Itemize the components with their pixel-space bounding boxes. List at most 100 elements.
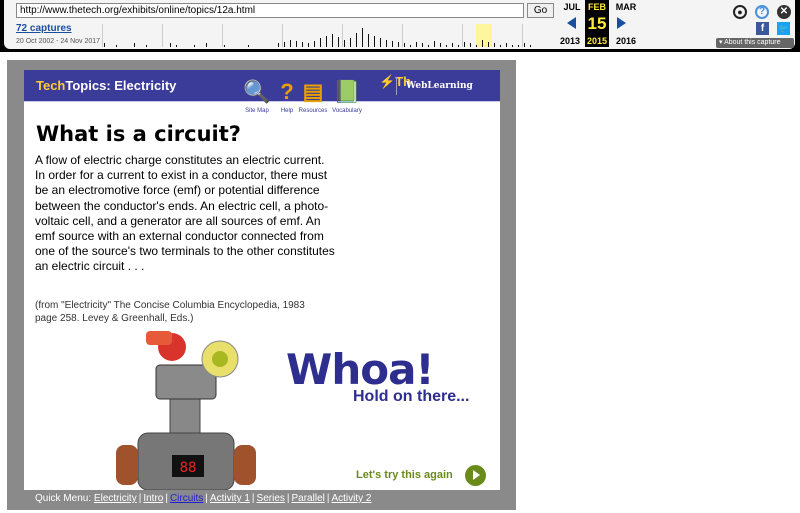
topic-nav: 🔍 Site Map ? Help ▤ Resources 📗 Vocabula… bbox=[240, 76, 400, 124]
sparkline-bar bbox=[500, 44, 501, 47]
help-icon[interactable]: ? bbox=[755, 5, 769, 19]
sparkline-bar bbox=[248, 44, 249, 47]
current-year: 2015 bbox=[586, 36, 608, 46]
sparkline-bar bbox=[476, 44, 477, 47]
sparkline-bar bbox=[356, 33, 357, 47]
sparkline-bar bbox=[512, 44, 513, 47]
sparkline-bar bbox=[326, 35, 327, 47]
capture-date-range: 20 Oct 2002 - 24 Nov 2017 bbox=[16, 38, 101, 45]
books-icon: ▤ bbox=[302, 79, 324, 104]
sparkline-bar bbox=[368, 34, 369, 47]
quick-menu-intro[interactable]: Intro bbox=[143, 493, 163, 504]
sparkline-year-separator bbox=[522, 24, 523, 47]
site-map-icon: 🔍 bbox=[243, 79, 271, 104]
sparkline-bar bbox=[422, 43, 423, 47]
quick-menu: Quick Menu: Electricity | Intro | Circuits | A… bbox=[35, 493, 372, 504]
sparkline-bar bbox=[134, 43, 135, 47]
next-year-link[interactable]: 2016 bbox=[612, 36, 640, 46]
sparkline-year-separator bbox=[102, 24, 103, 47]
weblearning-tag: WebLearning bbox=[406, 81, 473, 91]
sparkline-year-separator bbox=[162, 24, 163, 47]
sparkline-bar bbox=[362, 27, 363, 47]
wayback-toolbar: Go 72 captures 20 Oct 2002 - 24 Nov 2017… bbox=[0, 0, 800, 52]
robot-right-arm bbox=[234, 445, 256, 485]
sparkline-bar bbox=[344, 39, 345, 47]
sparkline-bar bbox=[296, 40, 297, 47]
sparkline-bar bbox=[452, 43, 453, 47]
quick-menu-series[interactable]: Series bbox=[257, 493, 285, 504]
play-arrow-icon[interactable] bbox=[465, 465, 486, 486]
sparkline-bar bbox=[308, 43, 309, 47]
quick-menu-circuits[interactable]: Circuits bbox=[170, 493, 203, 504]
sparkline-bar bbox=[464, 42, 465, 47]
nav-resources[interactable]: ▤ Resources bbox=[296, 76, 330, 114]
sparkline-bar bbox=[488, 42, 489, 47]
facebook-icon[interactable]: f bbox=[756, 22, 769, 35]
sparkline-year-separator bbox=[402, 24, 403, 47]
page-title: What is a circuit? bbox=[36, 122, 241, 146]
url-input[interactable] bbox=[16, 3, 524, 18]
about-capture-button[interactable]: ▾ About this capture bbox=[716, 38, 794, 48]
quick-menu-label: Quick Menu: bbox=[35, 493, 92, 504]
nav-site-map-label: Site Map bbox=[245, 108, 269, 114]
nav-resources-label: Resources bbox=[298, 108, 328, 114]
quick-menu-electricity[interactable]: Electricity bbox=[94, 493, 137, 504]
sparkline-bar bbox=[194, 44, 195, 47]
nav-site-map[interactable]: 🔍 Site Map bbox=[240, 76, 274, 114]
capture-sparkline[interactable] bbox=[102, 20, 558, 47]
sparkline-bar bbox=[116, 44, 117, 47]
sparkline-year-separator bbox=[222, 24, 223, 47]
quick-menu-activity-2[interactable]: Activity 2 bbox=[331, 493, 371, 504]
go-button[interactable]: Go bbox=[527, 3, 554, 18]
sparkline-bar bbox=[176, 44, 177, 47]
sparkline-bar bbox=[398, 42, 399, 47]
retry-link[interactable]: Let's try this again bbox=[356, 469, 453, 481]
sparkline-bar bbox=[518, 44, 519, 47]
prev-year-link[interactable]: 2013 bbox=[556, 36, 584, 46]
sparkline-bar bbox=[428, 44, 429, 47]
sparkline-bar bbox=[404, 43, 405, 47]
sparkline-bar bbox=[380, 38, 381, 47]
sparkline-bar bbox=[458, 44, 459, 47]
page-content: TechTopics: Electricity ⚡Th WebLearning … bbox=[24, 70, 500, 490]
captures-link[interactable]: 72 captures bbox=[16, 23, 72, 34]
next-month-link[interactable]: MAR bbox=[613, 2, 639, 12]
nav-vocabulary[interactable]: 📗 Vocabulary bbox=[330, 76, 364, 114]
sparkline-current-highlight bbox=[476, 24, 492, 47]
robot-illustration: 88 bbox=[92, 325, 284, 490]
sparkline-bar bbox=[524, 43, 525, 47]
sparkline-bar bbox=[284, 42, 285, 47]
about-capture-label: About this capture bbox=[724, 39, 781, 46]
sparkline-bar bbox=[410, 44, 411, 47]
next-capture-arrow-icon[interactable] bbox=[617, 17, 626, 29]
sparkline-bar bbox=[206, 43, 207, 47]
sparkline-bar bbox=[320, 38, 321, 47]
sparkline-bar bbox=[338, 36, 339, 47]
abc-book-icon: 📗 bbox=[333, 79, 361, 104]
twitter-icon[interactable]: 🐦 bbox=[777, 22, 790, 35]
sparkline-bar bbox=[332, 34, 333, 47]
sparkline-bar bbox=[104, 43, 105, 47]
prev-month-link[interactable]: JUL bbox=[559, 2, 585, 12]
banner-title: TechTopics: Electricity bbox=[36, 78, 176, 93]
banner-title-prefix: Tech bbox=[36, 78, 66, 93]
sparkline-bar bbox=[470, 43, 471, 47]
robot-display-digits: 88 bbox=[180, 460, 197, 476]
wayback-toolbar-panel: Go 72 captures 20 Oct 2002 - 24 Nov 2017… bbox=[4, 0, 795, 49]
sparkline-bar bbox=[530, 44, 531, 47]
close-icon[interactable]: ✕ bbox=[777, 5, 791, 19]
prev-capture-arrow-icon[interactable] bbox=[567, 17, 576, 29]
sparkline-bar bbox=[494, 43, 495, 47]
sparkline-bar bbox=[446, 44, 447, 47]
sparkline-bar bbox=[506, 43, 507, 47]
sparkline-bar bbox=[416, 42, 417, 47]
sparkline-bar bbox=[386, 39, 387, 47]
sparkline-bar bbox=[374, 35, 375, 47]
quick-menu-parallel[interactable]: Parallel bbox=[292, 493, 325, 504]
sparkline-bar bbox=[392, 40, 393, 47]
article-body: A flow of electric charge constitutes an… bbox=[35, 153, 335, 274]
user-icon[interactable]: ● bbox=[733, 5, 747, 19]
sparkline-bar bbox=[290, 39, 291, 47]
quick-menu-activity-1[interactable]: Activity 1 bbox=[210, 493, 250, 504]
sparkline-bar bbox=[482, 39, 483, 47]
